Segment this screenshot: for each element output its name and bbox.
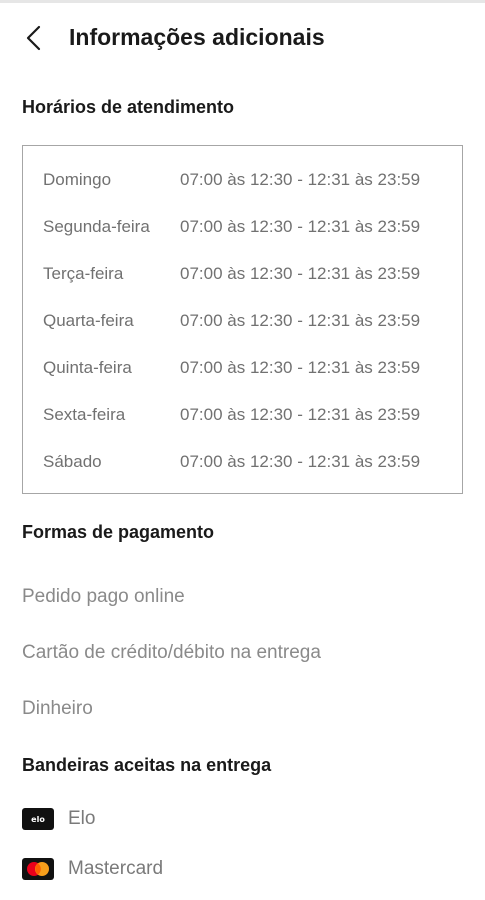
brands-section-title: Bandeiras aceitas na entrega bbox=[22, 755, 272, 775]
hours-day-label: Quinta-feira bbox=[43, 358, 132, 377]
hours-day-label: Segunda-feira bbox=[43, 217, 150, 236]
hours-row-tuesday: Terça-feira 07:00 às 12:30 - 12:31 às 23… bbox=[23, 264, 462, 290]
hours-row-wednesday: Quarta-feira 07:00 às 12:30 - 12:31 às 2… bbox=[23, 311, 462, 337]
hours-day-label: Sábado bbox=[43, 452, 102, 471]
hours-day-label: Domingo bbox=[43, 170, 112, 189]
hours-time-value: 07:00 às 12:30 - 12:31 às 23:59 bbox=[180, 217, 421, 236]
hours-time-value: 07:00 às 12:30 - 12:31 às 23:59 bbox=[180, 264, 421, 283]
elo-logo-icon: elo bbox=[22, 808, 54, 830]
payment-section-title: Formas de pagamento bbox=[22, 522, 215, 542]
chevron-left-icon bbox=[26, 25, 41, 51]
hours-time-value: 07:00 às 12:30 - 12:31 às 23:59 bbox=[180, 311, 421, 330]
hours-time-value: 07:00 às 12:30 - 12:31 às 23:59 bbox=[180, 170, 421, 189]
hours-section-title: Horários de atendimento bbox=[22, 97, 235, 117]
hours-row-monday: Segunda-feira 07:00 às 12:30 - 12:31 às … bbox=[23, 217, 462, 243]
brand-item-elo: elo Elo bbox=[22, 805, 95, 833]
hours-time-value: 07:00 às 12:30 - 12:31 às 23:59 bbox=[180, 405, 421, 424]
page-title: Informações adicionais bbox=[69, 24, 325, 50]
hours-table: Domingo 07:00 às 12:30 - 12:31 às 23:59 … bbox=[22, 145, 463, 494]
hours-row-saturday: Sábado 07:00 às 12:30 - 12:31 às 23:59 bbox=[23, 452, 462, 478]
hours-day-label: Terça-feira bbox=[43, 264, 124, 283]
payment-item: Pedido pago online bbox=[22, 586, 185, 607]
hours-day-label: Sexta-feira bbox=[43, 405, 126, 424]
brand-item-mastercard: Mastercard bbox=[22, 855, 163, 883]
hours-row-sunday: Domingo 07:00 às 12:30 - 12:31 às 23:59 bbox=[23, 170, 462, 196]
mastercard-logo-icon bbox=[22, 858, 54, 880]
hours-time-value: 07:00 às 12:30 - 12:31 às 23:59 bbox=[180, 452, 421, 471]
payment-item: Dinheiro bbox=[22, 698, 93, 719]
mastercard-circles-icon bbox=[27, 862, 49, 876]
elo-logo-text: elo bbox=[31, 814, 45, 824]
back-button[interactable] bbox=[14, 20, 54, 56]
brand-label: Elo bbox=[68, 808, 96, 829]
hours-day-label: Quarta-feira bbox=[43, 311, 134, 330]
brand-label: Mastercard bbox=[68, 858, 164, 879]
hours-row-friday: Sexta-feira 07:00 às 12:30 - 12:31 às 23… bbox=[23, 405, 462, 431]
hours-row-thursday: Quinta-feira 07:00 às 12:30 - 12:31 às 2… bbox=[23, 358, 462, 384]
hours-time-value: 07:00 às 12:30 - 12:31 às 23:59 bbox=[180, 358, 421, 377]
top-divider bbox=[0, 0, 485, 3]
payment-item: Cartão de crédito/débito na entrega bbox=[22, 642, 321, 663]
app-header: Informações adicionais bbox=[0, 14, 485, 62]
